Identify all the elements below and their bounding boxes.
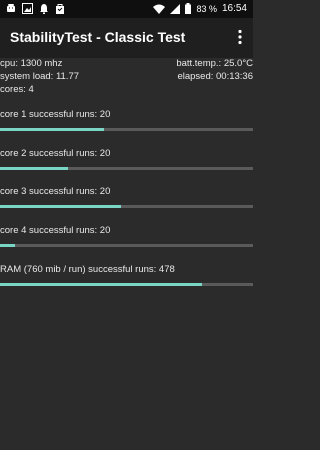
core-count: cores: 4 (0, 84, 34, 95)
test-content: cpu: 1300 mhz batt.temp.: 25.0°C system … (0, 58, 253, 450)
core-3-test: core 3 successful runs: 20 (0, 186, 253, 214)
elapsed-time: elapsed: 00:13:36 (177, 71, 253, 82)
overflow-menu-icon[interactable] (237, 29, 243, 45)
status-bar: 83 % 16:54 (0, 0, 253, 18)
core-4-progress-fill (0, 244, 16, 247)
status-clock: 16:54 (221, 3, 247, 14)
status-left-icons (6, 3, 65, 14)
ram-test: RAM (760 mib / run) successful runs: 478 (0, 264, 253, 292)
core-2-label: core 2 successful runs: 20 (0, 148, 111, 159)
core-1-progress-track (0, 128, 253, 131)
signal-icon (170, 3, 181, 14)
wifi-icon (153, 4, 166, 14)
core-4-test: core 4 successful runs: 20 (0, 225, 253, 253)
core-4-progress-track (0, 244, 253, 247)
core-3-progress-track (0, 205, 253, 208)
status-right-icons: 83 % 16:54 (153, 3, 247, 14)
app-bar: StabilityTest - Classic Test (0, 18, 253, 58)
cpu-frequency: cpu: 1300 mhz (0, 58, 63, 69)
notification-bell-icon (39, 3, 49, 14)
core-4-label: core 4 successful runs: 20 (0, 225, 111, 236)
ram-progress-track (0, 283, 253, 286)
core-2-test: core 2 successful runs: 20 (0, 148, 253, 176)
battery-temperature: batt.temp.: 25.0°C (176, 58, 253, 69)
info-row-cores: cores: 4 (0, 84, 253, 96)
core-1-label: core 1 successful runs: 20 (0, 109, 111, 120)
system-load: system load: 11.77 (0, 71, 80, 82)
info-row-cpu: cpu: 1300 mhz batt.temp.: 25.0°C (0, 58, 253, 70)
battery-icon (185, 3, 192, 14)
core-3-progress-fill (0, 205, 122, 208)
ram-progress-fill (0, 283, 203, 286)
shopping-bag-icon (55, 3, 65, 14)
core-1-progress-fill (0, 128, 104, 131)
info-row-load: system load: 11.77 elapsed: 00:13:36 (0, 71, 253, 83)
core-1-test: core 1 successful runs: 20 (0, 109, 253, 137)
android-icon (6, 3, 16, 14)
core-3-label: core 3 successful runs: 20 (0, 186, 111, 197)
core-2-progress-fill (0, 167, 69, 170)
core-2-progress-track (0, 167, 253, 170)
ram-label: RAM (760 mib / run) successful runs: 478 (0, 264, 175, 275)
battery-percentage: 83 % (196, 3, 217, 14)
app-title: StabilityTest - Classic Test (10, 29, 186, 45)
image-icon (22, 3, 33, 14)
